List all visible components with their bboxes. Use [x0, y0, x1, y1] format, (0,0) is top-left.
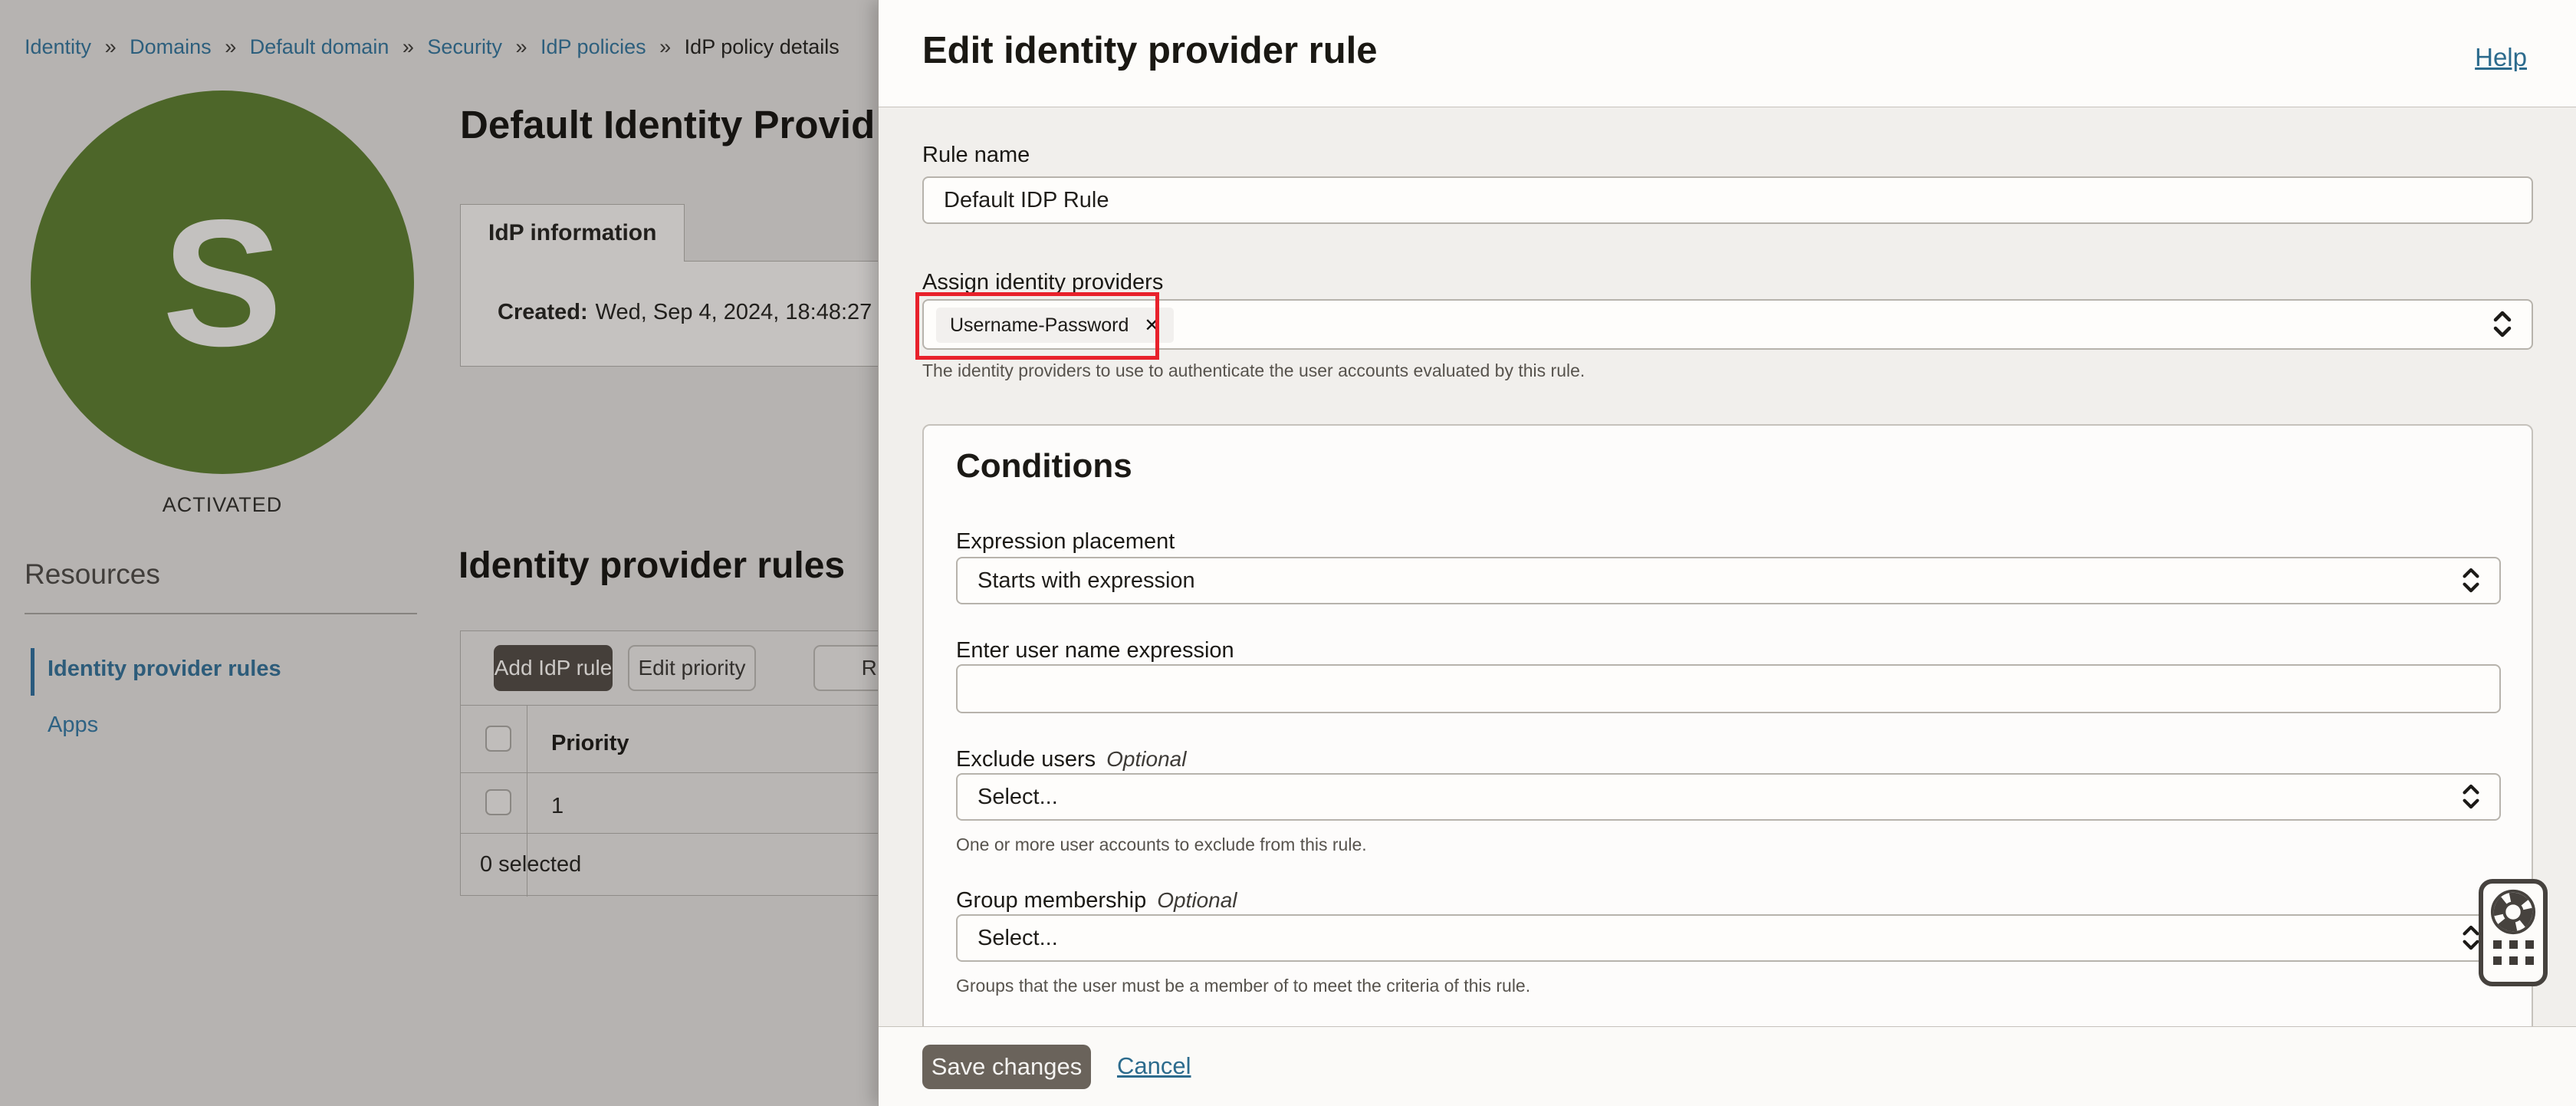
- breadcrumb-separator: »: [105, 35, 117, 58]
- rule-name-label: Rule name: [922, 143, 1030, 168]
- lifebuoy-icon: [2489, 888, 2537, 936]
- expression-placement-label: Expression placement: [956, 529, 1175, 555]
- expression-placement-select[interactable]: Starts with expression: [956, 557, 2501, 604]
- expression-placement-value: Starts with expression: [978, 568, 1195, 594]
- resources-divider: [25, 613, 417, 614]
- exclude-users-helper: One or more user accounts to exclude fro…: [956, 834, 1367, 855]
- page-title: Default Identity Provid: [460, 102, 875, 147]
- created-label: Created:: [498, 300, 588, 324]
- priority-column-header: Priority: [551, 731, 629, 756]
- optional-tag: Optional: [1106, 747, 1186, 771]
- assign-idp-label: Assign identity providers: [922, 270, 1163, 295]
- breadcrumb-link-idp-policies[interactable]: IdP policies: [540, 35, 646, 58]
- username-expression-input[interactable]: [956, 664, 2501, 713]
- status-badge: ACTIVATED: [31, 493, 414, 517]
- sidebar-item-identity-provider-rules[interactable]: Identity provider rules: [48, 657, 281, 682]
- username-expression-label: Enter user name expression: [956, 638, 1234, 663]
- breadcrumb-separator: »: [402, 35, 414, 58]
- conditions-card: Conditions Expression placement Starts w…: [922, 424, 2533, 1038]
- avatar-initial: S: [163, 179, 283, 387]
- save-changes-button[interactable]: Save changes: [922, 1045, 1091, 1089]
- breadcrumb-current: IdP policy details: [685, 35, 840, 58]
- edit-priority-button[interactable]: Edit priority: [628, 645, 756, 691]
- resources-heading: Resources: [25, 558, 160, 591]
- idp-chip-label: Username-Password: [950, 314, 1129, 337]
- panel-header: Edit identity provider rule Help: [879, 0, 2576, 107]
- priority-cell: 1: [551, 794, 564, 819]
- grid-dots-icon: [2493, 940, 2534, 965]
- created-timestamp: Created: Wed, Sep 4, 2024, 18:48:27 UT: [498, 300, 908, 325]
- stepper-icon: [2459, 565, 2482, 597]
- breadcrumb-separator: »: [659, 35, 671, 58]
- conditions-heading: Conditions: [956, 447, 1132, 486]
- exclude-users-label: Exclude usersOptional: [956, 747, 1186, 772]
- exclude-users-value: Select...: [978, 785, 1058, 810]
- group-membership-helper: Groups that the user must be a member of…: [956, 976, 1530, 996]
- created-value: Wed, Sep 4, 2024, 18:48:27 UT: [596, 300, 908, 324]
- exclude-users-select[interactable]: Select...: [956, 773, 2501, 821]
- selected-indicator-bar: [31, 648, 34, 696]
- group-membership-value: Select...: [978, 926, 1058, 951]
- panel-title: Edit identity provider rule: [922, 29, 1378, 72]
- breadcrumb-separator: »: [515, 35, 527, 58]
- table-divider: [461, 833, 950, 834]
- idp-rules-table: Add IdP rule Edit priority Remo Priority…: [460, 630, 951, 896]
- help-widget-launcher[interactable]: [2479, 879, 2548, 986]
- sidebar-item-apps[interactable]: Apps: [48, 713, 98, 738]
- idp-chip: Username-Password ✕: [936, 308, 1174, 343]
- tab-idp-information[interactable]: IdP information: [460, 204, 685, 262]
- idp-information-card: Created: Wed, Sep 4, 2024, 18:48:27 UT: [460, 261, 951, 367]
- group-membership-select[interactable]: Select...: [956, 914, 2501, 962]
- rule-name-input[interactable]: [922, 176, 2533, 224]
- help-link[interactable]: Help: [2475, 43, 2527, 72]
- assign-idp-multiselect[interactable]: Username-Password ✕: [922, 299, 2533, 350]
- breadcrumb-link-default-domain[interactable]: Default domain: [250, 35, 389, 58]
- panel-footer: Save changes Cancel: [879, 1026, 2576, 1106]
- rules-section-heading: Identity provider rules: [458, 545, 845, 587]
- stepper-icon: [2459, 781, 2482, 813]
- table-divider: [461, 705, 950, 706]
- breadcrumb-link-identity[interactable]: Identity: [25, 35, 91, 58]
- stepper-icon: [2490, 308, 2515, 341]
- table-divider: [461, 772, 950, 773]
- assign-idp-helper: The identity providers to use to authent…: [922, 360, 1585, 381]
- breadcrumb: Identity » Domains » Default domain » Se…: [25, 35, 840, 59]
- cancel-link[interactable]: Cancel: [1117, 1052, 1191, 1080]
- row-checkbox[interactable]: [485, 789, 511, 815]
- edit-idp-rule-panel: Edit identity provider rule Help Rule na…: [878, 0, 2576, 1106]
- chip-remove-icon[interactable]: ✕: [1144, 314, 1159, 337]
- add-idp-rule-button[interactable]: Add IdP rule: [494, 645, 613, 691]
- selected-count: 0 selected: [480, 852, 581, 877]
- select-all-checkbox[interactable]: [485, 726, 511, 752]
- breadcrumb-separator: »: [225, 35, 236, 58]
- avatar: S: [31, 91, 414, 474]
- breadcrumb-link-security[interactable]: Security: [427, 35, 502, 58]
- breadcrumb-link-domains[interactable]: Domains: [130, 35, 212, 58]
- group-membership-label: Group membershipOptional: [956, 888, 1237, 913]
- optional-tag: Optional: [1157, 888, 1237, 912]
